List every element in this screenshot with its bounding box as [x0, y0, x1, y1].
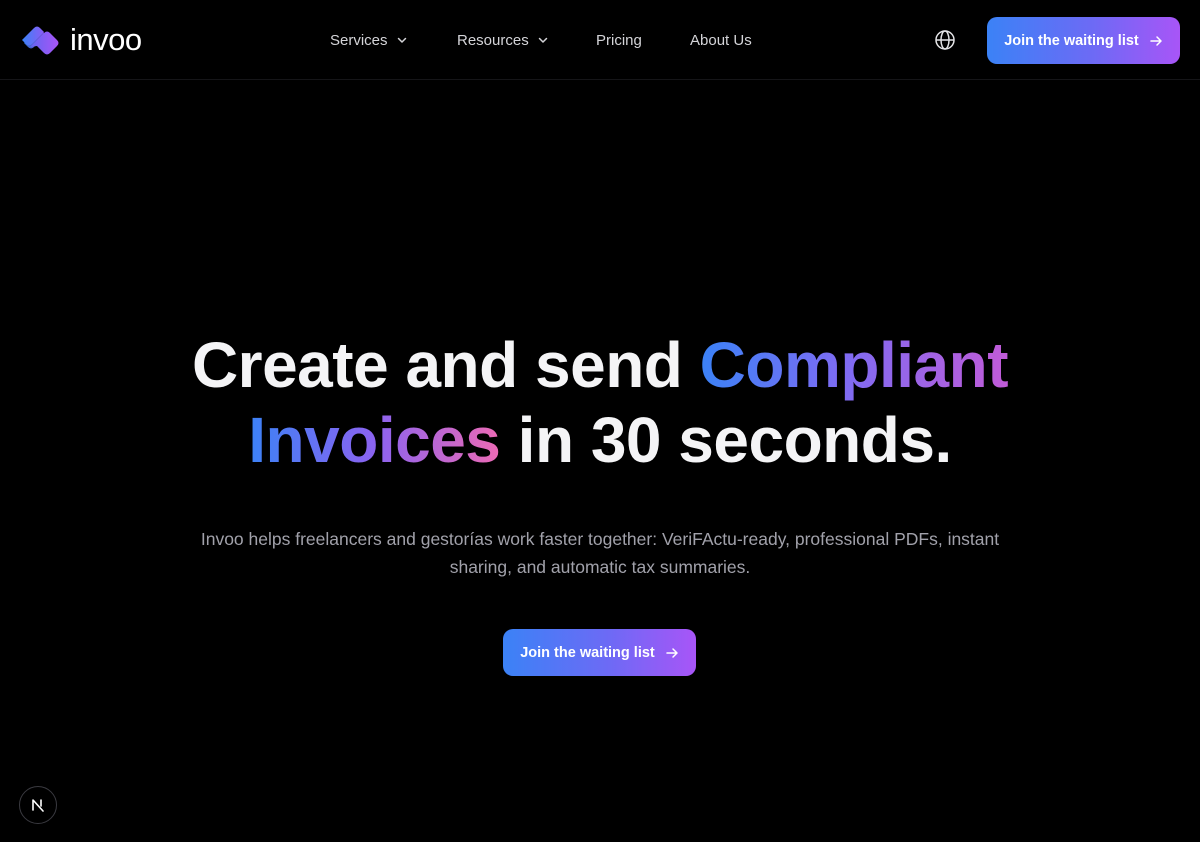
button-label: Join the waiting list [1004, 32, 1139, 49]
hero-title-part1: Create and send [191, 329, 700, 401]
hero-title-highlight-invoices: Invoices [248, 404, 501, 476]
nav-item-label: Services [330, 31, 388, 49]
invoo-logo-icon [22, 26, 59, 55]
nav-item-services[interactable]: Services [330, 29, 408, 51]
globe-icon[interactable] [934, 29, 956, 51]
chevron-down-icon [537, 34, 549, 46]
hero-title-highlight-compliant: Compliant [699, 329, 1009, 401]
hero-title: Create and send Compliant Invoices in 30… [0, 328, 1200, 478]
nav-item-pricing[interactable]: Pricing [596, 29, 642, 51]
chevron-down-icon [396, 34, 408, 46]
arrow-right-icon [1149, 34, 1163, 48]
hero-title-part2: in 30 seconds. [500, 404, 953, 476]
nextjs-dev-badge[interactable] [19, 786, 57, 824]
nav-item-label: Pricing [596, 31, 642, 49]
brand-name: invoo [70, 22, 142, 57]
hero-join-waiting-list-button[interactable]: Join the waiting list [503, 629, 696, 676]
button-label: Join the waiting list [520, 644, 655, 661]
arrow-right-icon [665, 646, 679, 660]
nav-item-label: About Us [690, 31, 752, 49]
hero-subtitle: Invoo helps freelancers and gestorías wo… [200, 529, 1000, 577]
nav-item-resources[interactable]: Resources [457, 29, 549, 51]
nav-item-about-us[interactable]: About Us [690, 29, 752, 51]
navbar: invoo Services Resources Pricing About U… [0, 0, 1200, 80]
join-waiting-list-button[interactable]: Join the waiting list [987, 17, 1180, 64]
nav-item-label: Resources [457, 31, 529, 49]
nextjs-icon [32, 799, 44, 812]
brand-logo[interactable]: invoo [20, 22, 142, 58]
